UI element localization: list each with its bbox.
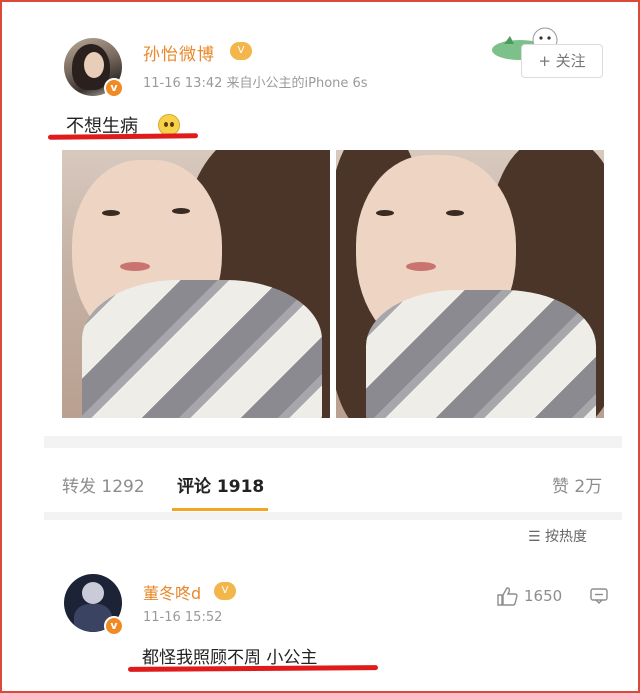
comment-text: 都怪我照顾不周 小公主 [142, 648, 318, 668]
post-photo-2[interactable] [336, 150, 604, 418]
post-photo-1[interactable] [62, 150, 330, 418]
post-username[interactable]: 孙怡微博 [143, 40, 215, 65]
thumbs-up-icon[interactable] [496, 586, 518, 606]
photo-eye [446, 210, 464, 216]
section-divider [44, 512, 622, 520]
level-badge-icon: V [230, 42, 252, 60]
photo-scarf [366, 290, 596, 418]
sort-label: 按热度 [545, 529, 588, 545]
post-meta: 11-16 13:42 来自小公主的iPhone 6s [143, 76, 368, 91]
avatar-face [84, 52, 104, 78]
comment-meta: 11-16 15:52 [143, 610, 223, 625]
avatar-head [82, 582, 104, 604]
tab-like[interactable]: 赞 2万 [552, 472, 602, 497]
photo-eye [172, 208, 190, 214]
section-divider [44, 436, 622, 448]
tab-comment[interactable]: 评论 1918 [177, 472, 264, 497]
photo-scarf [82, 280, 322, 418]
v-verified-icon: v [104, 78, 124, 98]
sort-icon: ☰ [528, 529, 541, 545]
comment-like-count: 1650 [524, 587, 563, 605]
level-badge-icon: V [214, 582, 236, 600]
photo-lips [406, 262, 436, 271]
reply-icon[interactable] [589, 586, 609, 606]
photo-eye [376, 210, 394, 216]
comment-username[interactable]: 董冬咚d [143, 580, 201, 604]
photo-lips [120, 262, 150, 271]
follow-button[interactable]: + 关注 [521, 44, 603, 78]
photo-eye [102, 210, 120, 216]
v-verified-icon: v [104, 616, 124, 636]
sort-button[interactable]: ☰ 按热度 [528, 526, 587, 546]
tab-repost[interactable]: 转发 1292 [62, 472, 145, 497]
active-tab-indicator [172, 508, 268, 511]
